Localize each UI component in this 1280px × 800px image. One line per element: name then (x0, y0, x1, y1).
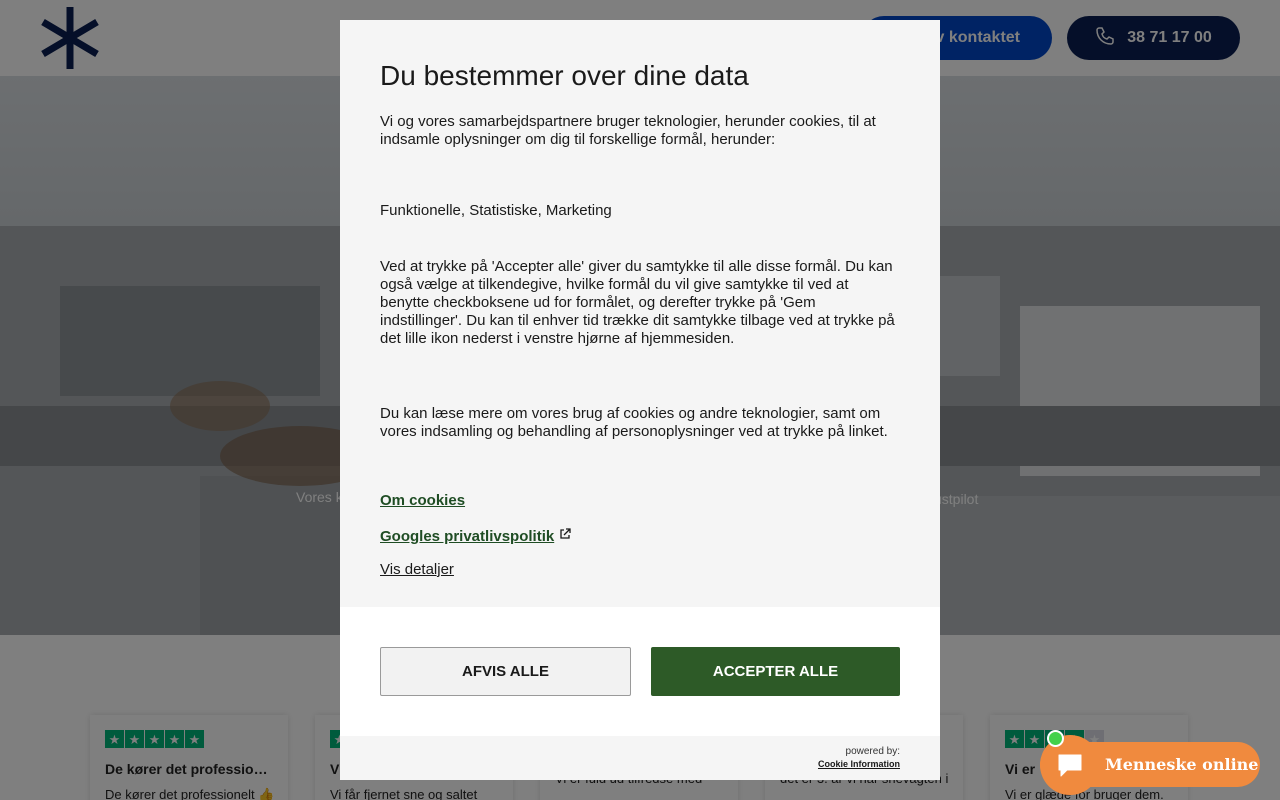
consent-intro: Vi og vores samarbejdspartnere bruger te… (380, 113, 876, 148)
consent-actions: AFVIS ALLE ACCEPTER ALLE (340, 607, 940, 736)
accept-all-button[interactable]: ACCEPTER ALLE (651, 647, 900, 696)
consent-body: Du bestemmer over dine data Vi og vores … (340, 20, 940, 607)
show-details-link[interactable]: Vis detaljer (380, 561, 454, 578)
decline-all-button[interactable]: AFVIS ALLE (380, 647, 631, 696)
chat-label: Menneske online (1105, 755, 1259, 774)
external-link-icon (559, 527, 571, 545)
consent-readmore: Du kan læse mere om vores brug af cookie… (380, 405, 888, 440)
powered-by-label: powered by: (845, 746, 900, 757)
consent-purposes: Funktionelle, Statistiske, Marketing (380, 202, 612, 219)
consent-footer: powered by: Cookie Information (340, 736, 940, 780)
google-privacy-link[interactable]: Googles privatlivspolitik (380, 528, 554, 545)
cookie-consent-dialog: Du bestemmer over dine data Vi og vores … (340, 20, 940, 780)
google-privacy-row[interactable]: Googles privatlivspolitik (380, 527, 571, 545)
cookie-information-link[interactable]: Cookie Information (818, 758, 900, 770)
consent-explanation: Ved at trykke på 'Accepter alle' giver d… (380, 258, 895, 347)
online-status-dot (1047, 730, 1064, 747)
powered-by: powered by: Cookie Information (818, 746, 900, 770)
consent-title: Du bestemmer over dine data (380, 60, 749, 91)
about-cookies-link[interactable]: Om cookies (380, 492, 465, 509)
